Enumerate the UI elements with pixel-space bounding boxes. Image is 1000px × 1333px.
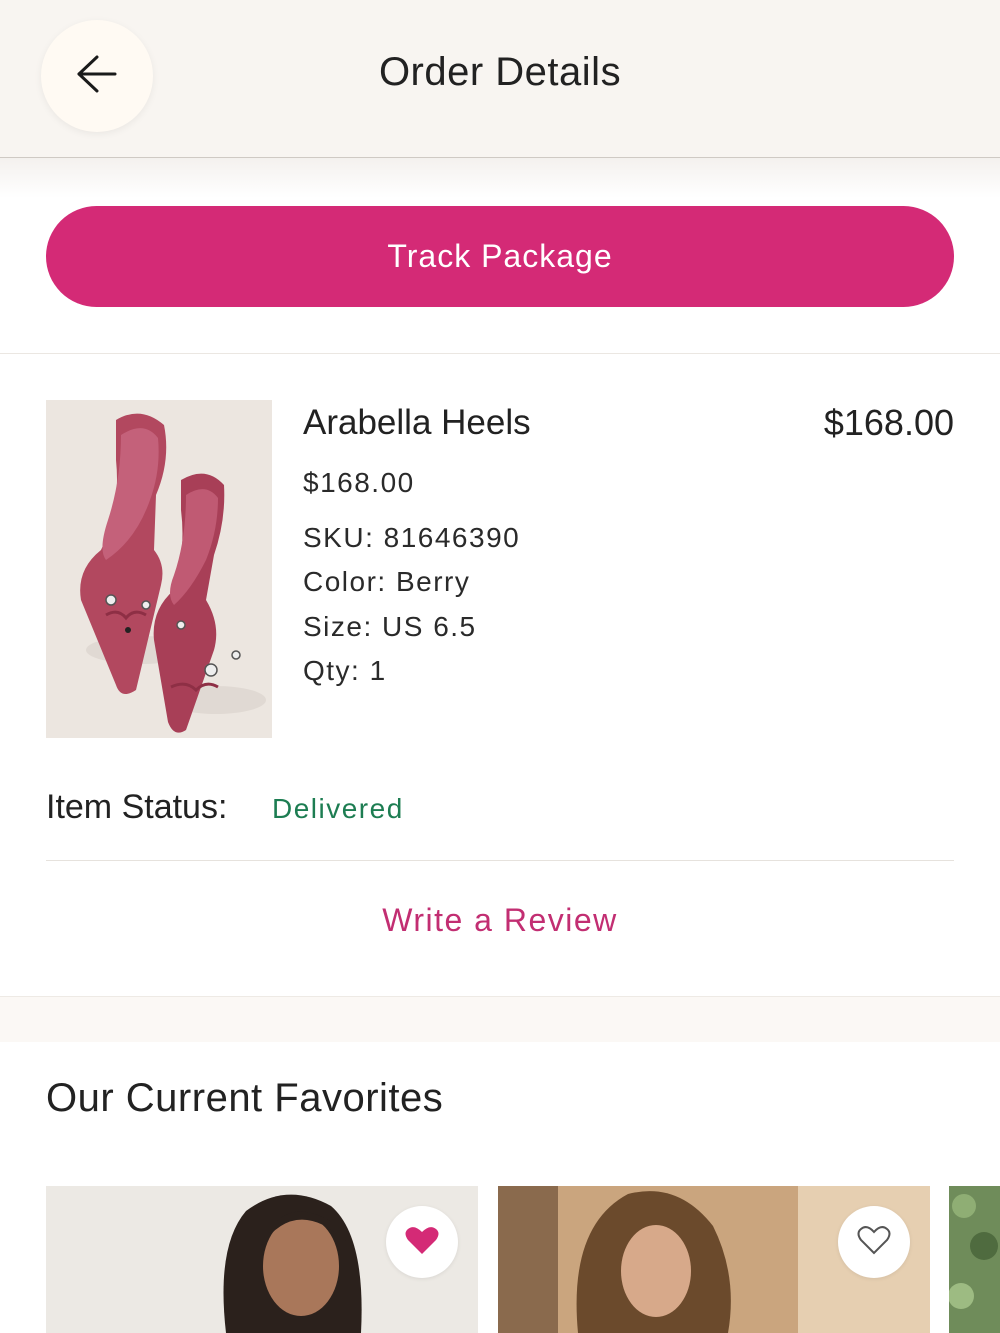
track-package-button[interactable]: Track Package bbox=[46, 206, 954, 307]
qty-text: Qty: 1 bbox=[303, 655, 387, 686]
product-image[interactable] bbox=[46, 400, 272, 738]
favorite-toggle-button[interactable] bbox=[838, 1206, 910, 1278]
product-photo bbox=[949, 1186, 1000, 1333]
header-shadow bbox=[0, 158, 1000, 198]
item-status-value: Delivered bbox=[272, 793, 404, 824]
item-divider bbox=[46, 860, 954, 861]
favorite-toggle-button[interactable] bbox=[386, 1206, 458, 1278]
favorites-title: Our Current Favorites bbox=[46, 1076, 444, 1120]
color-text: Color: Berry bbox=[303, 566, 471, 597]
heart-outline-icon bbox=[857, 1225, 891, 1260]
favorite-product-card[interactable] bbox=[46, 1186, 478, 1333]
sku-text: SKU: 81646390 bbox=[303, 522, 521, 553]
item-status-label: Item Status: bbox=[46, 788, 228, 826]
line-total: $168.00 bbox=[823, 402, 954, 443]
heart-filled-icon bbox=[405, 1225, 439, 1260]
unit-price: $168.00 bbox=[303, 467, 415, 498]
page-title: Order Details bbox=[378, 50, 622, 94]
app-header: Order Details bbox=[0, 0, 1000, 158]
section-separator-band bbox=[0, 996, 1000, 1042]
favorite-product-card[interactable] bbox=[949, 1186, 1000, 1333]
section-divider bbox=[0, 353, 1000, 354]
favorite-product-card[interactable] bbox=[498, 1186, 930, 1333]
product-name[interactable]: Arabella Heels bbox=[303, 403, 531, 443]
size-text: Size: US 6.5 bbox=[303, 611, 477, 642]
write-review-link[interactable]: Write a Review bbox=[0, 902, 1000, 939]
